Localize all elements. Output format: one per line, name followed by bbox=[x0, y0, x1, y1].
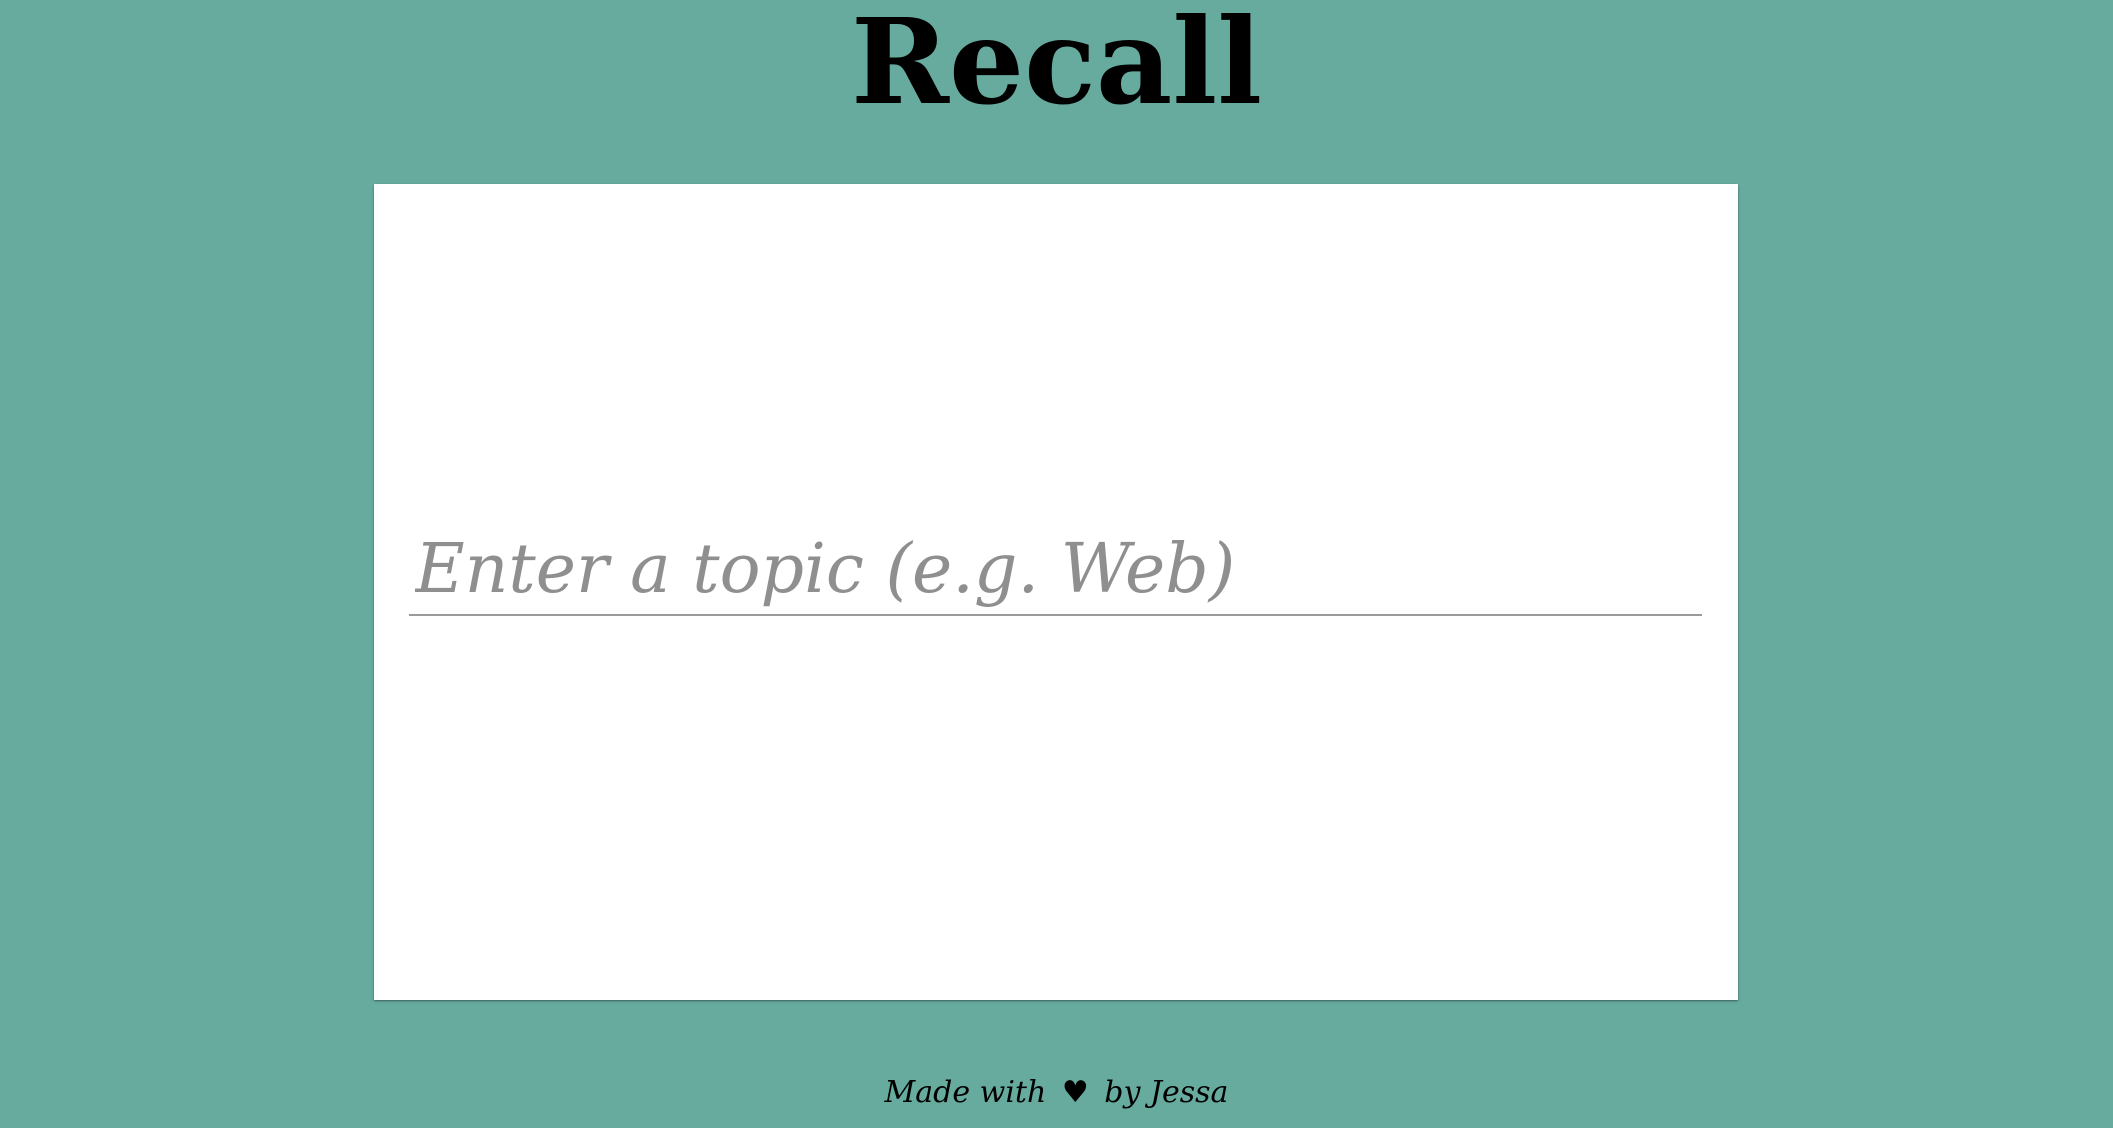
topic-input[interactable] bbox=[409, 524, 1702, 616]
footer-made-with: Made with bbox=[884, 1075, 1047, 1110]
footer-author: by Jessa bbox=[1104, 1075, 1229, 1110]
heart-icon: ♥ bbox=[1061, 1075, 1089, 1110]
footer: Made with ♥ by Jessa bbox=[0, 1069, 2113, 1117]
app-title: Recall bbox=[850, 0, 1263, 131]
topic-card bbox=[374, 184, 1738, 1000]
